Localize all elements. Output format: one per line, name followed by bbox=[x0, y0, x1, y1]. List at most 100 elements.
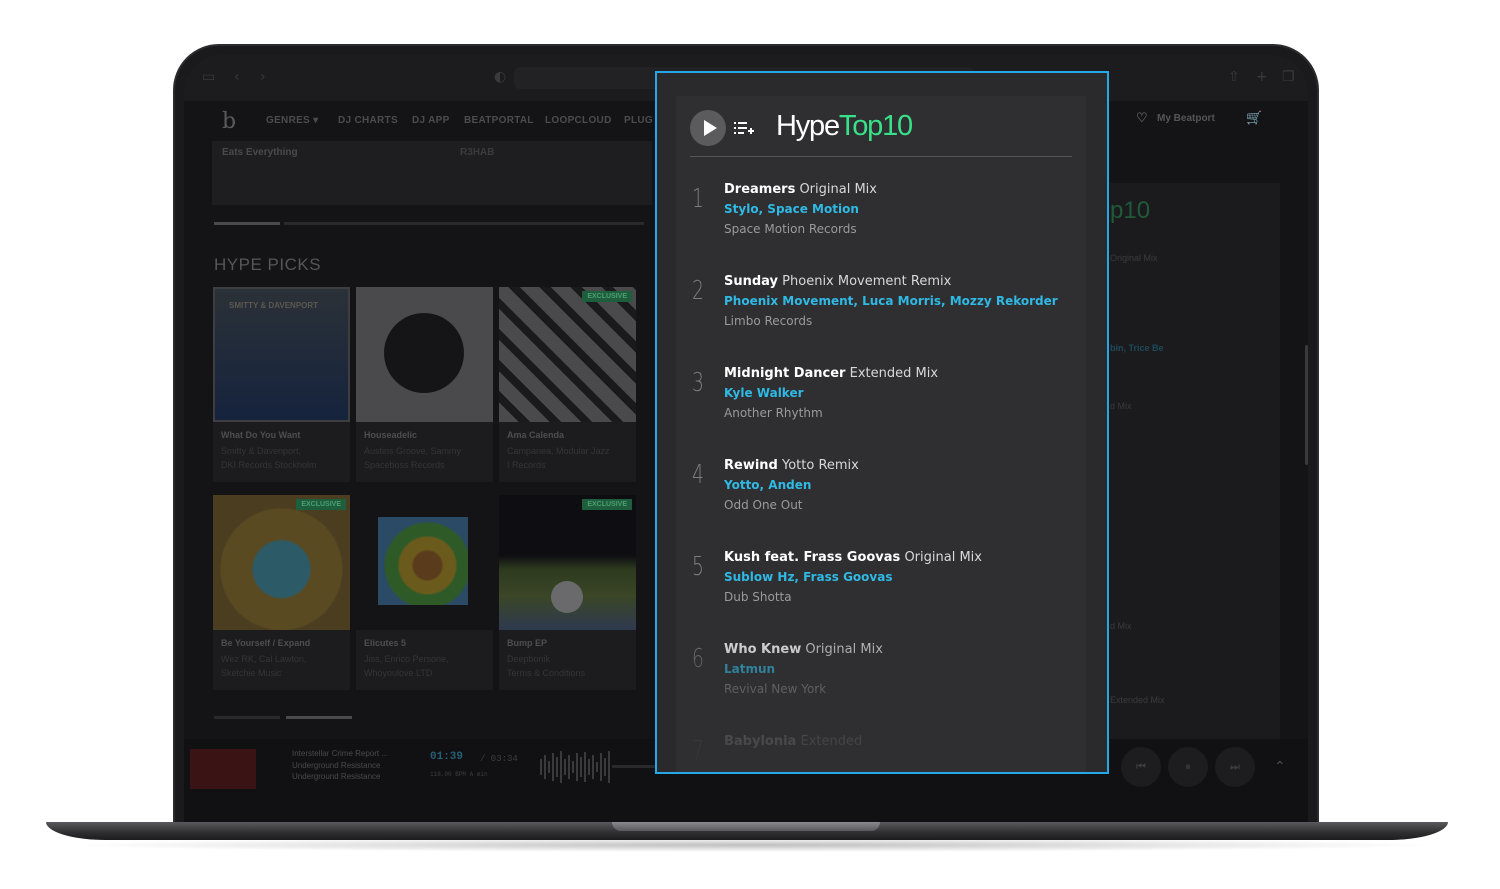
card-artist[interactable]: Deepbonik bbox=[507, 654, 550, 664]
carousel-indicator-active[interactable] bbox=[214, 222, 280, 225]
track-artists[interactable]: Stylo, Space Motion bbox=[724, 202, 859, 216]
previous-button[interactable]: ⏮ bbox=[1121, 747, 1161, 787]
track-label[interactable]: Odd One Out bbox=[724, 498, 803, 512]
track-name[interactable]: Rewind bbox=[724, 458, 778, 473]
card-title[interactable]: Be Yourself / Expand bbox=[221, 638, 310, 648]
track-artists[interactable]: Kyle Walker bbox=[724, 386, 804, 400]
release-card[interactable]: EXCLUSIVE Ama Calenda Campanea, Modular … bbox=[499, 287, 636, 482]
nav-beatportal[interactable]: BEATPORTAL bbox=[464, 115, 534, 126]
add-to-queue-icon[interactable] bbox=[734, 119, 754, 137]
track-artists[interactable]: Sublow Hz, Frass Goovas bbox=[724, 570, 892, 584]
carousel-indicator[interactable] bbox=[284, 222, 644, 225]
track-row[interactable]: 3 Midnight Dancer Extended Mix Kyle Walk… bbox=[690, 366, 1072, 446]
nav-dj-app[interactable]: DJ APP bbox=[412, 115, 450, 126]
track-row[interactable]: 2 Sunday Phoenix Movement Remix Phoenix … bbox=[690, 274, 1072, 354]
card-artist[interactable]: Jiss, Enrico Persone, bbox=[364, 654, 449, 664]
card-label[interactable]: Sketchie Music bbox=[221, 668, 282, 678]
pause-button[interactable]: ⏸ bbox=[1168, 747, 1208, 787]
forward-icon[interactable]: › bbox=[260, 69, 266, 85]
track-mix: Original Mix bbox=[805, 642, 883, 657]
cart-icon[interactable]: 🛒 bbox=[1246, 110, 1262, 126]
card-artist[interactable]: Smitty & Davenport, bbox=[221, 446, 301, 456]
release-card[interactable]: SMITTY & DAVENPORT What Do You Want Smit… bbox=[213, 287, 350, 482]
card-label[interactable]: I Records bbox=[507, 460, 546, 470]
nav-plugins[interactable]: PLUG bbox=[624, 115, 653, 126]
release-card[interactable]: Houseadelic Austins Groove, Sammy Spaceb… bbox=[356, 287, 493, 482]
card-title[interactable]: Bump EP bbox=[507, 638, 547, 648]
track-name[interactable]: Babylonia bbox=[724, 734, 796, 749]
track-artists[interactable]: Yotto, Anden bbox=[724, 478, 811, 492]
card-title[interactable]: Ama Calenda bbox=[507, 430, 564, 440]
card-label[interactable]: DKI Records Stockholm bbox=[221, 460, 317, 470]
card-title[interactable]: Houseadelic bbox=[364, 430, 417, 440]
my-beatport-link[interactable]: My Beatport bbox=[1157, 113, 1215, 124]
track-label[interactable]: Space Motion Records bbox=[724, 222, 857, 236]
beatport-logo[interactable]: b bbox=[222, 109, 236, 134]
track-label[interactable]: Dub Shotta bbox=[724, 590, 792, 604]
track-mix: Extended bbox=[800, 734, 863, 749]
track-mix: Phoenix Movement Remix bbox=[782, 274, 952, 289]
tab-overview-icon[interactable]: ❐ bbox=[1282, 69, 1295, 85]
track-mix: Original Mix bbox=[904, 550, 982, 565]
exclusive-badge: EXCLUSIVE bbox=[582, 291, 632, 302]
track-name[interactable]: Who Knew bbox=[724, 642, 801, 657]
carousel-indicator[interactable] bbox=[214, 716, 280, 719]
sidebar-toggle-icon[interactable]: ▭ bbox=[202, 69, 215, 85]
banner-text-right: R3HAB bbox=[460, 147, 495, 158]
vinyl-graphic bbox=[384, 313, 464, 393]
artwork-text: SMITTY & DAVENPORT bbox=[229, 301, 319, 310]
track-row[interactable]: 4 Rewind Yotto Remix Yotto, Anden Odd On… bbox=[690, 458, 1072, 538]
carousel-indicator-active[interactable] bbox=[286, 716, 352, 719]
laptop-notch bbox=[612, 822, 880, 831]
track-label[interactable]: Revival New York bbox=[724, 682, 826, 696]
card-title[interactable]: What Do You Want bbox=[221, 430, 300, 440]
page-scrollbar[interactable] bbox=[1305, 345, 1308, 465]
now-playing-artist[interactable]: Underground Resistance bbox=[292, 761, 381, 770]
card-artist[interactable]: Wez RK, Cal Lawton, bbox=[221, 654, 306, 664]
release-card[interactable]: Elicutes 5 Jiss, Enrico Persone, Whoyoul… bbox=[356, 495, 493, 690]
track-duration: / 03:34 bbox=[480, 754, 518, 764]
track-row[interactable]: 5 Kush feat. Frass Goovas Original Mix S… bbox=[690, 550, 1072, 630]
track-mix: Extended Mix bbox=[849, 366, 939, 381]
card-label[interactable]: Terms & Conditions bbox=[507, 668, 585, 678]
track-name[interactable]: Sunday bbox=[724, 274, 778, 289]
laptop-shadow bbox=[60, 838, 1440, 852]
card-artist[interactable]: Austins Groove, Sammy bbox=[364, 446, 461, 456]
track-rank: 5 bbox=[692, 552, 704, 582]
nav-loopcloud[interactable]: LOOPCLOUD bbox=[545, 115, 612, 126]
expand-player-icon[interactable]: ⌃ bbox=[1274, 759, 1286, 775]
track-row[interactable]: 6 Who Knew Original Mix Latmun Revival N… bbox=[690, 642, 1072, 722]
card-label[interactable]: Spaceboss Records bbox=[364, 460, 445, 470]
next-button[interactable]: ⏭ bbox=[1215, 747, 1255, 787]
release-card[interactable]: EXCLUSIVE Be Yourself / Expand Wez RK, C… bbox=[213, 495, 350, 690]
now-playing-artwork[interactable] bbox=[190, 749, 256, 789]
release-card[interactable]: EXCLUSIVE Bump EP Deepbonik Terms & Cond… bbox=[499, 495, 636, 690]
page-hype-top10-panel: p10 Original Mix bin, Trice Be d Mix d M… bbox=[1110, 183, 1280, 743]
track-label[interactable]: Another Rhythm bbox=[724, 406, 823, 420]
play-all-button[interactable] bbox=[690, 110, 726, 146]
share-icon[interactable]: ⇧ bbox=[1228, 69, 1240, 85]
track-title-line: Babylonia Extended bbox=[724, 734, 862, 749]
now-playing-label[interactable]: Underground Resistance bbox=[292, 772, 381, 781]
nav-genres[interactable]: GENRES ▾ bbox=[266, 115, 318, 126]
track-rank: 1 bbox=[692, 184, 704, 214]
track-name[interactable]: Midnight Dancer bbox=[724, 366, 845, 381]
panel-text: Extended Mix bbox=[1110, 695, 1165, 705]
back-icon[interactable]: ‹ bbox=[234, 69, 240, 85]
track-label[interactable]: Limbo Records bbox=[724, 314, 812, 328]
heart-icon[interactable]: ♡ bbox=[1136, 110, 1148, 126]
track-row[interactable]: 1 Dreamers Original Mix Stylo, Space Mot… bbox=[690, 182, 1072, 262]
nav-dj-charts[interactable]: DJ CHARTS bbox=[338, 115, 398, 126]
track-name[interactable]: Kush feat. Frass Goovas bbox=[724, 550, 900, 565]
card-label[interactable]: Whoyoulove LTD bbox=[364, 668, 432, 678]
privacy-shield-icon[interactable]: ◐ bbox=[494, 69, 506, 85]
track-artists[interactable]: Phoenix Movement, Luca Morris, Mozzy Rek… bbox=[724, 294, 1058, 308]
track-name[interactable]: Dreamers bbox=[724, 182, 795, 197]
track-artists[interactable]: Latmun bbox=[724, 662, 775, 676]
card-artist[interactable]: Campanea, Modular Jazz bbox=[507, 446, 610, 456]
card-title[interactable]: Elicutes 5 bbox=[364, 638, 406, 648]
new-tab-icon[interactable]: + bbox=[1256, 69, 1268, 85]
now-playing-title[interactable]: Interstellar Crime Report ... bbox=[292, 749, 388, 758]
track-row[interactable]: 7 Babylonia Extended bbox=[690, 734, 1072, 772]
title-hype: Hype bbox=[776, 110, 840, 142]
